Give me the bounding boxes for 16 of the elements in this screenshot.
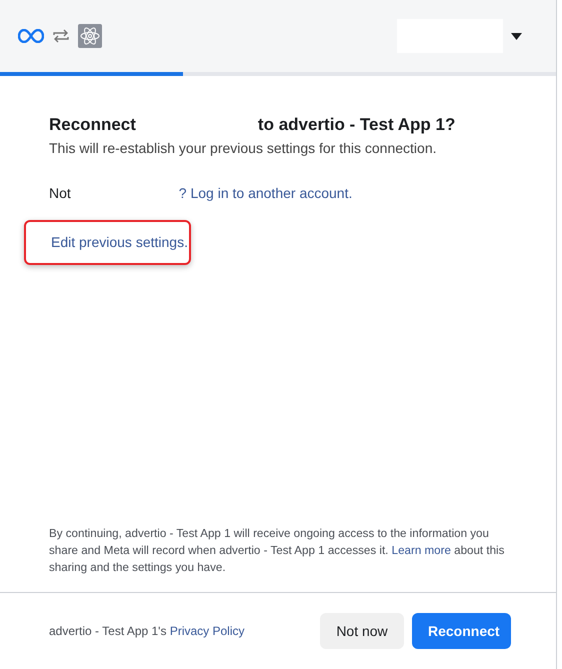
swap-arrows-icon — [52, 28, 70, 44]
infinity-logo-icon — [18, 29, 44, 43]
notice-text: By continuing, advertio - Test App 1 will receive ongoing access to the information you share and Meta will record when advertio - Test App 1 accesses it. Learn more about this sharing and the settings you have. — [49, 526, 506, 576]
edit-settings-link[interactable]: Edit previous settings. — [51, 234, 188, 250]
caret-icon[interactable] — [511, 32, 522, 40]
privacy-text: advertio - Test App 1's Privacy Policy — [49, 623, 244, 640]
atom-icon — [78, 24, 102, 48]
dialog-title: Reconnect — [49, 114, 136, 136]
cancel-button[interactable]: Not now — [320, 613, 404, 649]
account-label: Not — [49, 184, 71, 202]
learn-more-link[interactable]: Learn more — [392, 544, 451, 557]
switch-account-link[interactable]: ? Log in to another account. — [178, 182, 352, 204]
subtitle: This will re-establish your previous settings for this connection. — [49, 138, 438, 158]
dialog-title: to advertio - Test App 1? — [258, 114, 456, 136]
privacy-policy-link[interactable]: Privacy Policy — [170, 624, 244, 638]
reconnect-button[interactable]: Reconnect — [412, 613, 511, 649]
